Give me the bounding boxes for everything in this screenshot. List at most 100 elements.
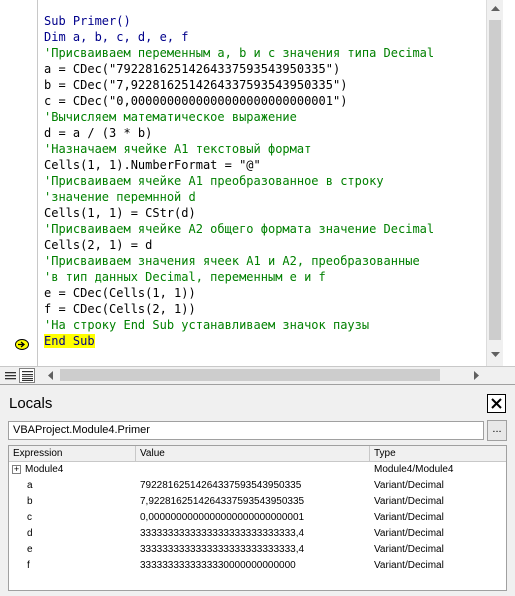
scroll-down-button[interactable] bbox=[487, 346, 503, 363]
expression-cell: b bbox=[27, 496, 33, 507]
code-comment: 'Присваиваем значения ячеек A1 и A2, пре… bbox=[44, 254, 420, 268]
expression-cell: a bbox=[27, 480, 33, 491]
code-statement: a = CDec("79228162514264337593543950335"… bbox=[44, 62, 341, 76]
expression-cell: c bbox=[27, 512, 32, 523]
code-window: Sub Primer() Dim a, b, c, d, e, f 'Присваи… bbox=[0, 0, 515, 385]
scroll-up-button[interactable] bbox=[487, 0, 503, 17]
code-line[interactable]: Cells(1, 1).NumberFormat = "@" bbox=[44, 157, 484, 173]
close-icon bbox=[491, 398, 502, 409]
value-cell: 3333333333333333333333333333,4 bbox=[140, 528, 305, 539]
code-line[interactable]: f = CDec(Cells(2, 1)) bbox=[44, 301, 484, 317]
procedure-view-button[interactable] bbox=[2, 368, 18, 383]
arrow-left-icon bbox=[47, 371, 53, 380]
code-statement: b = CDec("7,9228162514264337593543950335… bbox=[44, 78, 348, 92]
code-line[interactable]: 'Присваиваем значения ячеек A1 и A2, пре… bbox=[44, 253, 484, 269]
expression-cell: e bbox=[27, 544, 33, 555]
code-statement: d = a / (3 * b) bbox=[44, 126, 153, 140]
code-editor[interactable]: Sub Primer() Dim a, b, c, d, e, f 'Присваи… bbox=[44, 13, 484, 365]
locals-window-header: Locals bbox=[0, 392, 515, 416]
locals-row[interactable]: d 3333333333333333333333333333,4 Variant/D… bbox=[9, 526, 506, 542]
expression-cell: Module4 bbox=[25, 464, 64, 475]
close-button[interactable] bbox=[487, 394, 506, 413]
code-comment: 'Присваиваем ячейке A2 общего формата зн… bbox=[44, 222, 435, 236]
expression-cell: d bbox=[27, 528, 33, 539]
code-line[interactable]: a = CDec("79228162514264337593543950335"… bbox=[44, 61, 484, 77]
type-cell: Module4/Module4 bbox=[374, 464, 454, 475]
code-window-bottom-bar bbox=[0, 366, 515, 384]
code-line[interactable]: Cells(2, 1) = d bbox=[44, 237, 484, 253]
code-comment: 'Присваиваем переменным а, b и с значени… bbox=[44, 46, 435, 60]
vertical-scrollbar[interactable] bbox=[486, 0, 503, 366]
locals-row[interactable]: a 79228162514264337593543950335 Variant/De… bbox=[9, 478, 506, 494]
code-line[interactable]: End Sub bbox=[44, 333, 484, 349]
code-line[interactable]: c = CDec("0,0000000000000000000000000001… bbox=[44, 93, 484, 109]
code-line[interactable]: 'значение перемнной d bbox=[44, 189, 484, 205]
scroll-left-button[interactable] bbox=[42, 367, 58, 384]
code-line[interactable]: 'в тип данных Decimal, переменным e и f bbox=[44, 269, 484, 285]
locals-row[interactable]: c 0,0000000000000000000000000001 Variant/D… bbox=[9, 510, 506, 526]
grid-header: Expression Value Type bbox=[9, 446, 506, 462]
horizontal-scrollbar[interactable] bbox=[40, 367, 486, 384]
type-cell: Variant/Decimal bbox=[374, 512, 444, 523]
vertical-scroll-thumb[interactable] bbox=[489, 20, 501, 340]
code-line[interactable]: 'Вычисляем математическое выражение bbox=[44, 109, 484, 125]
locals-title: Locals bbox=[9, 395, 53, 412]
code-line[interactable]: 'Назначаем ячейке A1 текстовый формат bbox=[44, 141, 484, 157]
code-line[interactable]: e = CDec(Cells(1, 1)) bbox=[44, 285, 484, 301]
full-module-view-icon bbox=[21, 370, 33, 381]
margin-indicator-bar[interactable] bbox=[0, 0, 38, 366]
value-cell: 7,9228162514264337593543950335 bbox=[140, 496, 305, 507]
value-cell: 79228162514264337593543950335 bbox=[140, 480, 302, 491]
code-comment: 'Присваиваем ячейке A1 преобразованное в… bbox=[44, 174, 384, 188]
code-line[interactable]: 'Присваиваем переменным а, b и с значени… bbox=[44, 45, 484, 61]
value-cell: 0,0000000000000000000000000001 bbox=[140, 512, 305, 523]
code-comment: 'в тип данных Decimal, переменным e и f bbox=[44, 270, 326, 284]
type-cell: Variant/Decimal bbox=[374, 544, 444, 555]
procedure-view-icon bbox=[4, 371, 16, 379]
code-statement: e = CDec(Cells(1, 1)) bbox=[44, 286, 196, 300]
code-comment: 'значение перемнной d bbox=[44, 190, 196, 204]
column-header-expression[interactable]: Expression bbox=[9, 446, 136, 461]
type-cell: Variant/Decimal bbox=[374, 528, 444, 539]
locals-row[interactable]: e 3333333333333333333333333333,4 Variant/D… bbox=[9, 542, 506, 558]
type-cell: Variant/Decimal bbox=[374, 480, 444, 491]
expression-cell: f bbox=[27, 560, 30, 571]
value-cell: 3333333333333333333333333333,4 bbox=[140, 544, 305, 555]
code-statement: Cells(2, 1) = d bbox=[44, 238, 153, 252]
call-stack-button[interactable]: ... bbox=[487, 420, 507, 441]
code-statement: Cells(1, 1).NumberFormat = "@" bbox=[44, 158, 261, 172]
code-comment: 'Вычисляем математическое выражение bbox=[44, 110, 297, 124]
code-comment: 'Назначаем ячейке A1 текстовый формат bbox=[44, 142, 312, 156]
arrow-down-icon bbox=[490, 352, 500, 357]
horizontal-scroll-thumb[interactable] bbox=[60, 369, 440, 381]
code-comment: 'На строку End Sub устанавливаем значок … bbox=[44, 318, 370, 332]
code-line[interactable]: 'На строку End Sub устанавливаем значок … bbox=[44, 317, 484, 333]
type-cell: Variant/Decimal bbox=[374, 496, 444, 507]
code-line[interactable]: Dim a, b, c, d, e, f bbox=[44, 29, 484, 45]
arrow-right-icon bbox=[473, 371, 479, 380]
code-line[interactable]: Cells(1, 1) = CStr(d) bbox=[44, 205, 484, 221]
current-statement: End Sub bbox=[44, 334, 95, 348]
code-line[interactable]: Sub Primer() bbox=[44, 13, 484, 29]
code-statement: Dim a, b, c, d, e, f bbox=[44, 30, 189, 44]
arrow-up-icon bbox=[490, 6, 500, 11]
code-line[interactable]: 'Присваиваем ячейке A1 преобразованное в… bbox=[44, 173, 484, 189]
code-statement: Cells(1, 1) = CStr(d) bbox=[44, 206, 196, 220]
value-cell: 3333333333333330000000000000 bbox=[140, 560, 296, 571]
column-header-value[interactable]: Value bbox=[136, 446, 370, 461]
execution-pointer-icon bbox=[15, 339, 29, 350]
code-statement: Sub Primer() bbox=[44, 14, 131, 28]
locals-row[interactable]: b 7,9228162514264337593543950335 Variant/D… bbox=[9, 494, 506, 510]
column-header-type[interactable]: Type bbox=[370, 446, 506, 461]
expand-icon[interactable]: + bbox=[12, 465, 21, 474]
code-statement: c = CDec("0,0000000000000000000000000001… bbox=[44, 94, 348, 108]
locals-grid: Expression Value Type + Module4 Module4/Mo… bbox=[8, 445, 507, 591]
code-line[interactable]: d = a / (3 * b) bbox=[44, 125, 484, 141]
locals-row[interactable]: + Module4 Module4/Module4 bbox=[9, 462, 506, 478]
full-module-view-button[interactable] bbox=[19, 368, 35, 383]
type-cell: Variant/Decimal bbox=[374, 560, 444, 571]
scroll-right-button[interactable] bbox=[468, 367, 484, 384]
code-line[interactable]: b = CDec("7,9228162514264337593543950335… bbox=[44, 77, 484, 93]
code-line[interactable]: 'Присваиваем ячейке A2 общего формата зн… bbox=[44, 221, 484, 237]
locals-row[interactable]: f 3333333333333330000000000000 Variant/Dec… bbox=[9, 558, 506, 574]
